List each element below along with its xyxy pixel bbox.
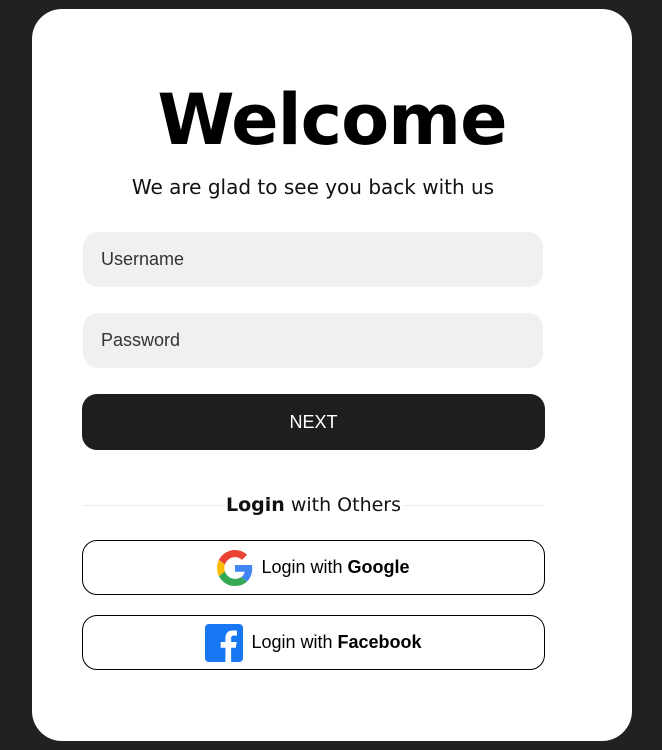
login-with-others-divider: Login with Others — [82, 491, 545, 521]
google-button-provider: Google — [347, 557, 410, 577]
login-with-facebook-button[interactable]: Login with Facebook — [82, 615, 545, 670]
login-card: Welcome We are glad to see you back with… — [32, 9, 632, 741]
facebook-icon — [205, 623, 244, 662]
page-title: Welcome — [157, 79, 507, 161]
google-button-prefix: Login with — [261, 557, 348, 577]
login-with-google-button[interactable]: Login with Google — [82, 540, 545, 595]
next-button[interactable]: NEXT — [82, 394, 545, 450]
page-subtitle: We are glad to see you back with us — [131, 175, 495, 199]
password-input[interactable] — [83, 313, 543, 368]
facebook-button-prefix: Login with — [251, 632, 338, 652]
facebook-button-provider: Facebook — [337, 632, 422, 652]
divider-label-rest: with Others — [284, 494, 402, 516]
google-icon — [217, 549, 253, 586]
divider-label: Login with Others — [82, 491, 545, 519]
divider-label-bold: Login — [225, 494, 285, 516]
username-input[interactable] — [83, 232, 543, 287]
